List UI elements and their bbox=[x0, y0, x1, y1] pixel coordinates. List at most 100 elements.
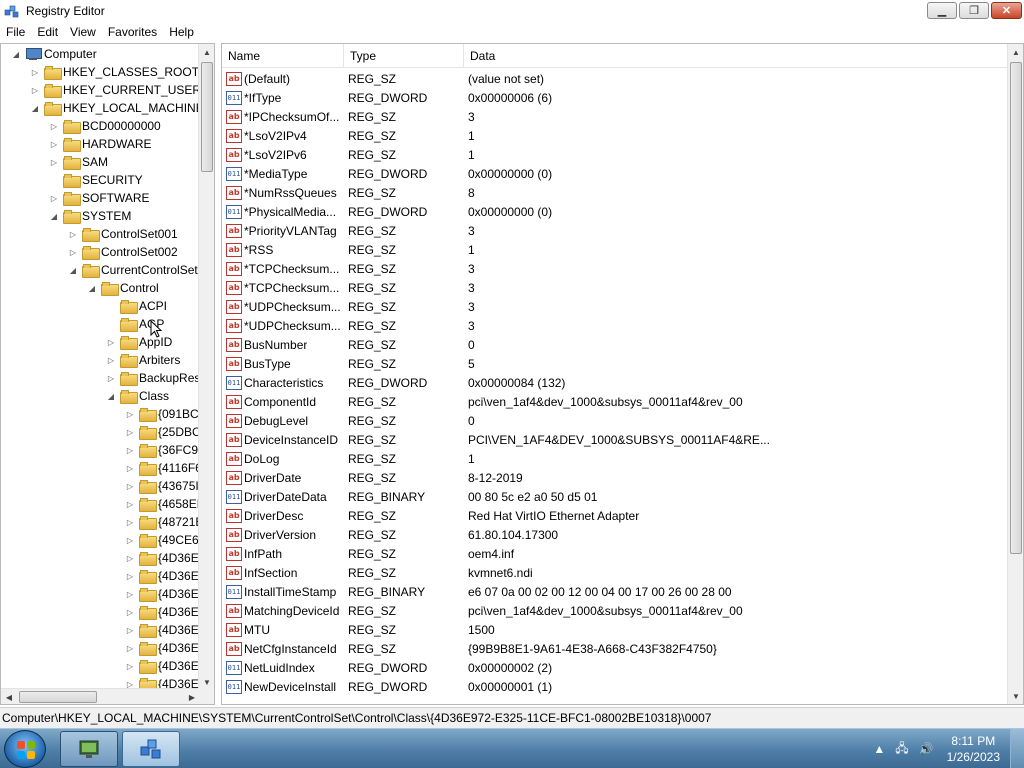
value-row[interactable]: ab MatchingDeviceId REG_SZ pci\ven_1af4&dev… bbox=[222, 601, 1007, 620]
value-row[interactable]: ab *TCPChecksum... REG_SZ 3 bbox=[222, 278, 1007, 297]
value-row[interactable]: ab MTU REG_SZ 1500 bbox=[222, 620, 1007, 639]
maximize-button[interactable]: ❐ bbox=[959, 2, 989, 19]
value-row[interactable]: 011 NewDeviceInstall REG_DWORD 0x00000001 (… bbox=[222, 677, 1007, 696]
collapsed-arrow-icon[interactable]: ▷ bbox=[125, 589, 135, 599]
value-row[interactable]: 011 Characteristics REG_DWORD 0x00000084 (1… bbox=[222, 373, 1007, 392]
value-row[interactable]: ab *NumRssQueues REG_SZ 8 bbox=[222, 183, 1007, 202]
tree-node[interactable]: ◢ Class bbox=[106, 387, 169, 405]
value-row[interactable]: ab DriverVersion REG_SZ 61.80.104.17300 bbox=[222, 525, 1007, 544]
tree-node[interactable]: ▷ ControlSet002 bbox=[68, 243, 178, 261]
menu-favorites[interactable]: Favorites bbox=[102, 25, 163, 39]
collapsed-arrow-icon[interactable]: ▷ bbox=[125, 517, 135, 527]
value-row[interactable]: 011 NetLuidIndex REG_DWORD 0x00000002 (2) bbox=[222, 658, 1007, 677]
tree-node[interactable]: ▷ HARDWARE bbox=[49, 135, 152, 153]
collapsed-arrow-icon[interactable]: ▷ bbox=[125, 643, 135, 653]
value-row[interactable]: ab BusType REG_SZ 5 bbox=[222, 354, 1007, 373]
tree-node[interactable]: ▷ {091BC9 bbox=[125, 405, 200, 423]
tree-node[interactable]: ▷ {4658EE bbox=[125, 495, 200, 513]
taskbar-registry-editor[interactable] bbox=[122, 731, 180, 767]
taskbar-server-manager[interactable] bbox=[60, 731, 118, 767]
value-row[interactable]: ab *RSS REG_SZ 1 bbox=[222, 240, 1007, 259]
collapsed-arrow-icon[interactable]: ▷ bbox=[49, 193, 59, 203]
collapsed-arrow-icon[interactable]: ▷ bbox=[30, 85, 40, 95]
menu-view[interactable]: View bbox=[64, 25, 102, 39]
tree-node[interactable]: ▷ {4D36E9 bbox=[125, 549, 200, 567]
collapsed-arrow-icon[interactable]: ▷ bbox=[125, 445, 135, 455]
tree-node[interactable]: ▷ {4D36E9 bbox=[125, 567, 200, 585]
tree-node[interactable]: ▷ ControlSet001 bbox=[68, 225, 178, 243]
collapsed-arrow-icon[interactable]: ▷ bbox=[106, 373, 116, 383]
collapsed-arrow-icon[interactable]: ▷ bbox=[125, 571, 135, 581]
collapsed-arrow-icon[interactable]: ▷ bbox=[125, 409, 135, 419]
value-row[interactable]: ab *UDPChecksum... REG_SZ 3 bbox=[222, 316, 1007, 335]
collapsed-arrow-icon[interactable]: ▷ bbox=[49, 139, 59, 149]
tree-node[interactable]: ▷ SAM bbox=[49, 153, 108, 171]
network-icon[interactable]: 🖧 bbox=[895, 739, 908, 760]
collapsed-arrow-icon[interactable]: ▷ bbox=[68, 229, 78, 239]
value-row[interactable]: ab *UDPChecksum... REG_SZ 3 bbox=[222, 297, 1007, 316]
tree-node[interactable]: ▷ {4D36E9 bbox=[125, 639, 200, 657]
value-row[interactable]: ab ComponentId REG_SZ pci\ven_1af4&dev_1000… bbox=[222, 392, 1007, 411]
show-desktop-button[interactable] bbox=[1010, 729, 1024, 768]
collapsed-arrow-icon[interactable]: ▷ bbox=[68, 247, 78, 257]
column-data-header[interactable]: Data bbox=[464, 44, 1007, 68]
tree-node[interactable]: ▷ {25DBC bbox=[125, 423, 200, 441]
scroll-up-icon[interactable]: ▲ bbox=[199, 44, 214, 60]
tree-node[interactable]: ▷ {48721E bbox=[125, 513, 200, 531]
tree-hscroll-thumb[interactable] bbox=[19, 691, 97, 703]
tree-node[interactable]: ▷ {43675I bbox=[125, 477, 199, 495]
tree-node[interactable]: ▷ SOFTWARE bbox=[49, 189, 150, 207]
collapsed-arrow-icon[interactable]: ▷ bbox=[125, 481, 135, 491]
tree-node[interactable]: ◢ Control bbox=[87, 279, 159, 297]
tree-node[interactable]: ▷ BCD00000000 bbox=[49, 117, 161, 135]
menu-help[interactable]: Help bbox=[163, 25, 200, 39]
expanded-arrow-icon[interactable]: ◢ bbox=[87, 283, 97, 293]
tree-node[interactable]: ▷ HKEY_CURRENT_USER bbox=[30, 81, 200, 99]
scroll-up-icon[interactable]: ▲ bbox=[1008, 44, 1023, 60]
collapsed-arrow-icon[interactable]: ▷ bbox=[125, 625, 135, 635]
volume-icon[interactable]: 🔊 bbox=[919, 742, 934, 756]
scroll-down-icon[interactable]: ▼ bbox=[1008, 688, 1023, 704]
value-row[interactable]: ab *LsoV2IPv6 REG_SZ 1 bbox=[222, 145, 1007, 164]
tree-node[interactable]: ▷ AppID bbox=[106, 333, 172, 351]
value-row[interactable]: ab (Default) REG_SZ (value not set) bbox=[222, 69, 1007, 88]
column-name-header[interactable]: Name bbox=[222, 44, 344, 68]
collapsed-arrow-icon[interactable]: ▷ bbox=[125, 661, 135, 671]
tree-node[interactable]: ◢ HKEY_LOCAL_MACHINE bbox=[30, 99, 200, 117]
value-row[interactable]: 011 *MediaType REG_DWORD 0x00000000 (0) bbox=[222, 164, 1007, 183]
tree-node[interactable]: ▷ Arbiters bbox=[106, 351, 180, 369]
collapsed-arrow-icon[interactable]: ▷ bbox=[49, 157, 59, 167]
collapsed-arrow-icon[interactable]: ▷ bbox=[30, 67, 40, 77]
expanded-arrow-icon[interactable]: ◢ bbox=[49, 211, 59, 221]
tree-node[interactable]: SECURITY bbox=[49, 171, 143, 189]
value-row[interactable]: 011 InstallTimeStamp REG_BINARY e6 07 0a 00… bbox=[222, 582, 1007, 601]
value-row[interactable]: ab InfSection REG_SZ kvmnet6.ndi bbox=[222, 563, 1007, 582]
expanded-arrow-icon[interactable]: ◢ bbox=[68, 265, 78, 275]
tree-node[interactable]: ▷ HKEY_CLASSES_ROOT bbox=[30, 63, 199, 81]
expanded-arrow-icon[interactable]: ◢ bbox=[106, 391, 116, 401]
clock[interactable]: 8:11 PM 1/26/2023 bbox=[947, 733, 1000, 765]
value-row[interactable]: ab DeviceInstanceID REG_SZ PCI\VEN_1AF4&DEV… bbox=[222, 430, 1007, 449]
value-row[interactable]: 011 *PhysicalMedia... REG_DWORD 0x00000000 … bbox=[222, 202, 1007, 221]
value-row[interactable]: ab DriverDesc REG_SZ Red Hat VirtIO Etherne… bbox=[222, 506, 1007, 525]
expanded-arrow-icon[interactable]: ◢ bbox=[30, 103, 40, 113]
collapsed-arrow-icon[interactable]: ▷ bbox=[125, 427, 135, 437]
column-type-header[interactable]: Type bbox=[344, 44, 464, 68]
menu-file[interactable]: File bbox=[0, 25, 31, 39]
value-row[interactable]: ab DriverDate REG_SZ 8-12-2019 bbox=[222, 468, 1007, 487]
value-row[interactable]: ab NetCfgInstanceId REG_SZ {99B9B8E1-9A61-4… bbox=[222, 639, 1007, 658]
tree-node[interactable]: ▷ {4116F6 bbox=[125, 459, 200, 477]
collapsed-arrow-icon[interactable]: ▷ bbox=[49, 121, 59, 131]
show-hidden-icons-icon[interactable]: ▲ bbox=[873, 742, 885, 756]
expanded-arrow-icon[interactable]: ◢ bbox=[11, 49, 21, 59]
tree-node[interactable]: ▷ {49CE6/ bbox=[125, 531, 200, 549]
tree-horizontal-scrollbar[interactable]: ◀ ▶ bbox=[1, 688, 200, 704]
value-row[interactable]: ab *TCPChecksum... REG_SZ 3 bbox=[222, 259, 1007, 278]
tree-vertical-scrollbar[interactable]: ▲ ▼ bbox=[198, 44, 214, 690]
value-row[interactable]: 011 DriverDateData REG_BINARY 00 80 5c e2 a… bbox=[222, 487, 1007, 506]
tree-node[interactable]: ▷ {4D36E9 bbox=[125, 657, 200, 675]
collapsed-arrow-icon[interactable]: ▷ bbox=[125, 607, 135, 617]
values-vertical-scrollbar[interactable]: ▲ ▼ bbox=[1007, 44, 1023, 704]
value-row[interactable]: 011 *IfType REG_DWORD 0x00000006 (6) bbox=[222, 88, 1007, 107]
collapsed-arrow-icon[interactable]: ▷ bbox=[106, 355, 116, 365]
